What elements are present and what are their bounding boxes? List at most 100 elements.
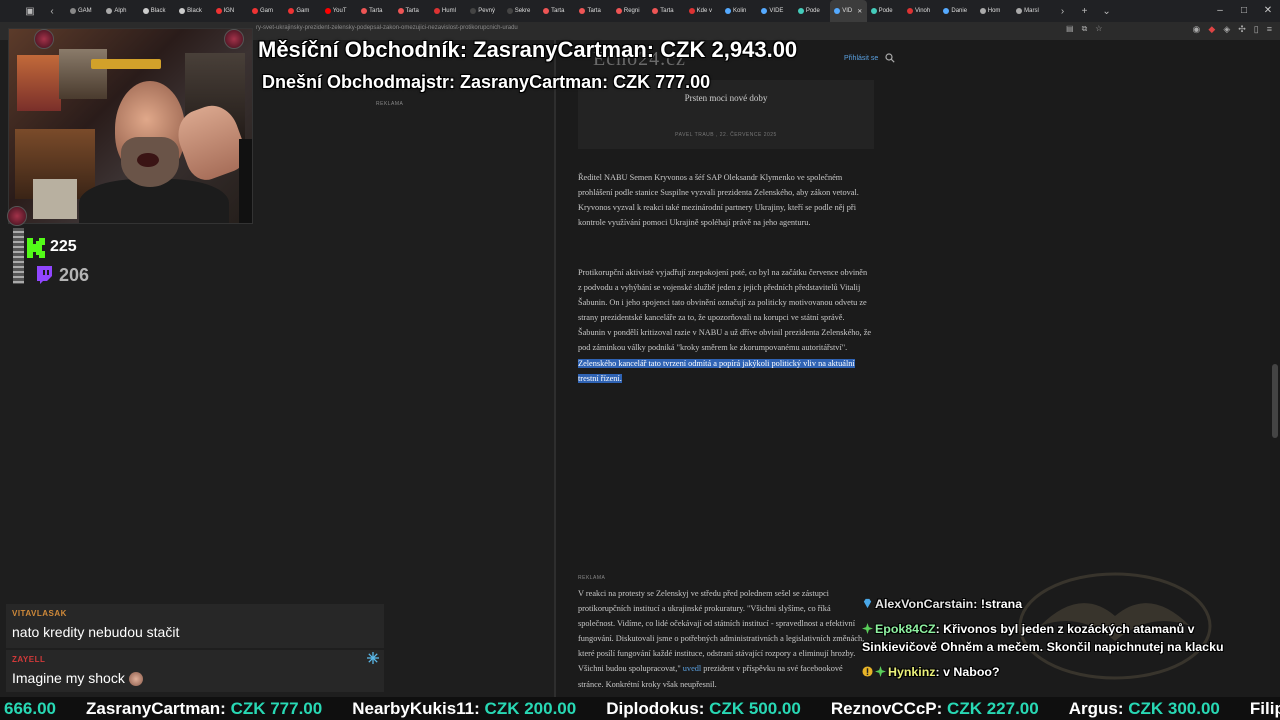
- tab-favicon-icon: [725, 8, 732, 14]
- tab-label: Tarta: [405, 8, 419, 14]
- ticker-item: ZasranyCartman: CZK 777.00: [86, 699, 322, 719]
- donation-alert: VITAVLASAK nato kredity nebudou stačit: [6, 604, 384, 648]
- close-tab-icon[interactable]: ✕: [857, 8, 862, 15]
- minimize-icon[interactable]: –: [1208, 0, 1232, 22]
- browser-tab[interactable]: VIDE: [757, 0, 793, 22]
- badge-icon: [862, 666, 873, 677]
- tab-label: Pode: [878, 8, 893, 14]
- ticker-track: 666.00 ZasranyCartman: CZK 777.00 NearbyKu…: [4, 699, 1280, 719]
- new-tab-icon[interactable]: +: [1077, 6, 1093, 17]
- wall-logo: [91, 59, 161, 69]
- browser-tab[interactable]: Tarta: [394, 0, 430, 22]
- alert-username: ZAYELL: [12, 655, 46, 664]
- streamer-mouth: [137, 153, 159, 167]
- browser-tab[interactable]: Marsl: [1012, 0, 1048, 22]
- chat-message-continued: Sinkievičově Ohněm a mečem. Skončil napi…: [862, 640, 1224, 654]
- chat-message: Hynkinz: v Naboo?: [862, 665, 1000, 679]
- browser-tab-bar: ▣ ‹ GAM Alph Black Black IGN Gam Gam YouT Tarta T…: [0, 0, 1280, 22]
- ad-label: REKLAMA: [376, 101, 404, 107]
- tab-label: Hom: [987, 8, 1001, 14]
- url-text[interactable]: ry-svet-ukrajinsky-prezident-zelensky-po…: [256, 25, 518, 31]
- login-link[interactable]: Přihlásit se: [844, 55, 878, 62]
- ticker-amount: CZK 200.00: [484, 699, 577, 718]
- browser-tab[interactable]: Kde v: [685, 0, 721, 22]
- browser-tab[interactable]: YouT: [321, 0, 357, 22]
- browser-tab[interactable]: Tarta: [575, 0, 611, 22]
- browser-tab[interactable]: Black: [175, 0, 211, 22]
- browser-tab[interactable]: Tarta: [648, 0, 684, 22]
- browser-tab[interactable]: Sekre: [503, 0, 539, 22]
- tab-favicon-icon: [179, 8, 186, 14]
- tab-label: Gam: [296, 8, 310, 14]
- tab-dropdown-icon[interactable]: ⌄: [1099, 6, 1115, 17]
- sparkle-icon: [875, 666, 886, 677]
- extension-icon[interactable]: ◆: [1208, 24, 1215, 35]
- tab-label: Black: [150, 8, 166, 14]
- browser-tab[interactable]: Alph: [102, 0, 138, 22]
- account-icon[interactable]: ◉: [1193, 24, 1201, 35]
- browser-tab[interactable]: Hom: [976, 0, 1012, 22]
- browser-tab[interactable]: Pevný: [466, 0, 502, 22]
- scroll-tabs-right-icon[interactable]: ›: [1055, 6, 1071, 17]
- sidebar-icon[interactable]: ▯: [1254, 24, 1259, 35]
- browser-tab[interactable]: Kolin: [721, 0, 757, 22]
- shield-icon[interactable]: ◈: [1223, 24, 1230, 35]
- scrollbar-thumb[interactable]: [1272, 364, 1278, 438]
- ticker-item: ReznovCCcP: CZK 227.00: [831, 699, 1039, 719]
- teaser-meta: PAVEL TRAUB , 22. ČERVENCE 2025: [675, 132, 777, 138]
- browser-tab[interactable]: Black: [139, 0, 175, 22]
- browser-tab[interactable]: Vinoh: [903, 0, 939, 22]
- monthly-top-donor: Měsíční Obchodník: ZasranyCartman: CZK 2…: [258, 37, 798, 62]
- ticker-item: 666.00: [4, 699, 56, 719]
- toolbar-extensions: ◉ ◆ ◈ ✣ ▯ ≡: [1193, 24, 1272, 35]
- ticker-donor: ZasranyCartman:: [86, 699, 226, 718]
- chat-username: Hynkinz: [888, 665, 936, 679]
- browser-tab[interactable]: Gam: [248, 0, 284, 22]
- star-icon[interactable]: ☆: [1095, 24, 1102, 34]
- browser-tab[interactable]: VID ✕: [830, 0, 867, 22]
- browser-tab[interactable]: Gam: [284, 0, 320, 22]
- maximize-icon[interactable]: □: [1232, 0, 1256, 22]
- window-controls: – □ ✕: [1208, 0, 1280, 22]
- browser-tab[interactable]: Tarta: [357, 0, 393, 22]
- tab-favicon-icon: [1016, 8, 1023, 14]
- tab-favicon-icon: [906, 8, 913, 14]
- browser-tab[interactable]: Regni: [612, 0, 648, 22]
- tab-label: VID: [842, 8, 853, 14]
- browser-tab[interactable]: Pode: [794, 0, 830, 22]
- reader-icon[interactable]: ▤: [1066, 24, 1074, 34]
- tab-list-icon[interactable]: ▣: [22, 6, 38, 17]
- pip-icon[interactable]: ⧉: [1082, 24, 1088, 34]
- address-actions: ▤ ⧉ ☆: [1066, 24, 1102, 34]
- browser-tab[interactable]: IGN: [212, 0, 248, 22]
- tab-favicon-icon: [215, 8, 222, 14]
- tab-favicon-icon: [688, 8, 695, 14]
- tab-label: Gam: [259, 8, 273, 14]
- tab-favicon-icon: [761, 8, 768, 14]
- browser-tab[interactable]: GAM: [66, 0, 102, 22]
- webcam-corner-badge-icon: [7, 206, 27, 226]
- article-link[interactable]: uvedl: [683, 664, 701, 673]
- paragraph-3-text: V reakci na protesty se Zelenskyj ve stř…: [578, 589, 865, 674]
- tab-label: GAM: [78, 8, 92, 14]
- browser-tab[interactable]: Tarta: [539, 0, 575, 22]
- menu-icon[interactable]: ≡: [1267, 24, 1272, 35]
- browser-tab[interactable]: Huml: [430, 0, 466, 22]
- tab-favicon-icon: [506, 8, 513, 14]
- browser-tab[interactable]: Danie: [939, 0, 975, 22]
- close-window-icon[interactable]: ✕: [1256, 0, 1280, 22]
- tab-label: Tarta: [369, 8, 383, 14]
- selected-text[interactable]: Zelenského kancelář tato tvrzení odmítá …: [578, 358, 855, 383]
- back-tabs-icon[interactable]: ‹: [44, 6, 60, 17]
- chat-text: Sinkievičově Ohněm a mečem. Skončil napi…: [862, 640, 1224, 654]
- puzzle-icon[interactable]: ✣: [1238, 24, 1246, 35]
- ticker-donor: Diplodokus:: [606, 699, 705, 718]
- ticker-item: Filip: [1250, 699, 1280, 719]
- tab-favicon-icon: [943, 8, 950, 14]
- kick-icon: [27, 238, 45, 258]
- tab-favicon-icon: [251, 8, 258, 14]
- browser-tab[interactable]: Pode: [867, 0, 903, 22]
- teaser-title[interactable]: Prsten moci nové doby: [578, 93, 874, 103]
- search-icon[interactable]: [885, 53, 895, 63]
- tab-label: Pode: [805, 8, 820, 14]
